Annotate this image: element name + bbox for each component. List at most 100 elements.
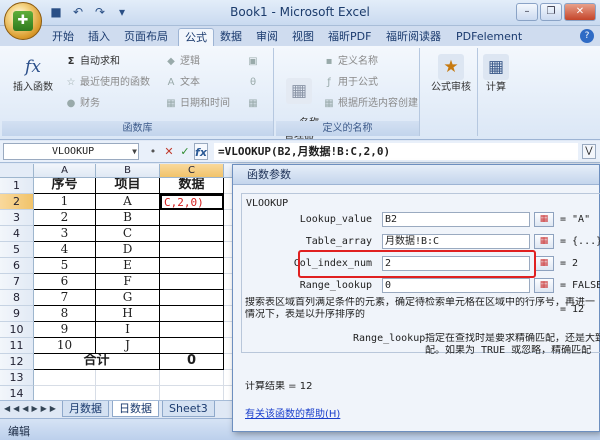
tab-insert[interactable]: 插入 (82, 28, 116, 46)
sheet-tab-sheet3[interactable]: Sheet3 (162, 401, 215, 417)
table-cell[interactable] (160, 226, 224, 242)
formula-input[interactable]: =VLOOKUP(B2,月数据!B:C,2,0) (214, 143, 578, 160)
table-cell[interactable]: 数据 (160, 178, 224, 194)
text-button[interactable]: A 文本 (164, 75, 200, 91)
table-cell[interactable]: 10 (34, 338, 96, 354)
financial-button[interactable]: ● 财务 (64, 96, 100, 112)
create-from-selection-button[interactable]: ▦ 根据所选内容创建 (322, 96, 418, 112)
table-cell[interactable]: 1 (34, 194, 96, 210)
row-header[interactable]: 13 (0, 370, 34, 386)
row-header[interactable]: 3 (0, 210, 34, 226)
table-cell[interactable]: A (96, 194, 160, 210)
table-cell[interactable]: B (96, 210, 160, 226)
row-header[interactable]: 6 (0, 258, 34, 274)
row-header[interactable]: 9 (0, 306, 34, 322)
name-manager-button[interactable]: ▦ 名称 管理器 (280, 54, 319, 154)
table-cell[interactable]: 7 (34, 290, 96, 306)
row-header[interactable]: 2 (0, 194, 34, 210)
close-button[interactable]: ✕ (564, 3, 596, 21)
sheet-nav-icon[interactable]: ◀◀◀▶▶▶ (4, 404, 59, 413)
restore-button[interactable]: ❐ (540, 3, 562, 21)
insert-function-button[interactable]: fx 插入函数 (10, 54, 56, 94)
table-cell[interactable] (160, 290, 224, 306)
table-cell[interactable]: I (96, 322, 160, 338)
lookup-ref-button[interactable]: ▣ (246, 54, 262, 70)
function-help-link[interactable]: 有关该函数的帮助(H) (245, 405, 340, 420)
row-header[interactable]: 8 (0, 290, 34, 306)
tab-formulas[interactable]: 公式 (178, 28, 214, 46)
tab-page-layout[interactable]: 页面布局 (118, 28, 174, 46)
row-header[interactable]: 11 (0, 338, 34, 354)
cancel-icon[interactable]: ✕ (162, 143, 176, 160)
formula-audit-button[interactable]: ★ 公式审核 (426, 54, 476, 94)
table-cell[interactable]: 序号 (34, 178, 96, 194)
table-cell[interactable]: H (96, 306, 160, 322)
table-cell[interactable]: 9 (34, 322, 96, 338)
table-cell[interactable]: E (96, 258, 160, 274)
arg-input-lookup-value[interactable]: B2 (382, 212, 530, 227)
define-name-button[interactable]: ▪ 定义名称 (322, 54, 378, 70)
table-cell[interactable] (34, 370, 96, 386)
datetime-button[interactable]: ▦ 日期和时间 (164, 96, 230, 112)
table-cell[interactable] (160, 338, 224, 354)
arg-input-table-array[interactable]: 月数据!B:C (382, 234, 530, 249)
row-header[interactable]: 5 (0, 242, 34, 258)
logical-button[interactable]: ◆ 逻辑 (164, 54, 200, 70)
tab-foxit-pdf[interactable]: 福昕PDF (322, 28, 377, 46)
column-header-a[interactable]: A (34, 164, 96, 178)
row-header[interactable]: 12 (0, 354, 34, 370)
table-cell[interactable]: 2 (34, 210, 96, 226)
table-cell[interactable] (96, 370, 160, 386)
office-button[interactable]: ✚ (4, 2, 42, 40)
table-cell[interactable]: 6 (34, 274, 96, 290)
minimize-button[interactable]: – (516, 3, 538, 21)
row-header[interactable]: 1 (0, 178, 34, 194)
tab-review[interactable]: 审阅 (250, 28, 284, 46)
table-cell[interactable]: 5 (34, 258, 96, 274)
total-label[interactable]: 合计 (34, 354, 160, 370)
tab-home[interactable]: 开始 (46, 28, 80, 46)
row-header[interactable]: 7 (0, 274, 34, 290)
row-header[interactable]: 10 (0, 322, 34, 338)
calculation-button[interactable]: ▦ 计算 (480, 54, 512, 94)
total-value[interactable]: 0 (160, 354, 224, 370)
tab-pdfelement[interactable]: PDFelement (450, 28, 528, 46)
active-cell[interactable]: C,2,0) (160, 194, 224, 210)
table-cell[interactable]: 3 (34, 226, 96, 242)
name-box[interactable]: VLOOKUP ▼ (3, 143, 139, 160)
collapse-dialog-icon[interactable]: ▦ (534, 278, 554, 293)
table-cell[interactable]: 4 (34, 242, 96, 258)
column-header-b[interactable]: B (96, 164, 160, 178)
enter-icon[interactable]: ✓ (178, 143, 192, 160)
sheet-tab-monthly[interactable]: 月数据 (62, 401, 109, 417)
select-all-corner[interactable] (0, 164, 34, 178)
table-cell[interactable] (160, 210, 224, 226)
formula-bar-expand-icon[interactable]: ⋁ (582, 144, 596, 159)
table-cell[interactable] (160, 322, 224, 338)
math-trig-button[interactable]: θ (246, 75, 262, 91)
table-cell[interactable]: J (96, 338, 160, 354)
table-cell[interactable] (160, 306, 224, 322)
use-in-formula-button[interactable]: ƒ 用于公式 (322, 75, 378, 91)
name-box-dropdown-icon[interactable]: ▼ (132, 144, 137, 159)
table-cell[interactable] (160, 258, 224, 274)
table-cell[interactable]: 项目 (96, 178, 160, 194)
more-functions-button[interactable]: ▦ (246, 96, 262, 112)
insert-function-icon[interactable]: fx (194, 143, 208, 160)
tab-foxit-reader[interactable]: 福昕阅读器 (380, 28, 447, 46)
table-cell[interactable]: 8 (34, 306, 96, 322)
tab-view[interactable]: 视图 (286, 28, 320, 46)
table-cell[interactable]: D (96, 242, 160, 258)
dialog-title[interactable]: 函数参数 (233, 165, 599, 185)
table-cell[interactable]: F (96, 274, 160, 290)
recent-functions-button[interactable]: ☆ 最近使用的函数 (64, 75, 150, 91)
collapse-dialog-icon[interactable]: ▦ (534, 212, 554, 227)
row-header[interactable]: 4 (0, 226, 34, 242)
table-cell[interactable] (160, 370, 224, 386)
table-cell[interactable]: G (96, 290, 160, 306)
sheet-tab-daily[interactable]: 日数据 (112, 401, 159, 417)
tab-data[interactable]: 数据 (214, 28, 248, 46)
table-cell[interactable]: C (96, 226, 160, 242)
autosum-button[interactable]: Σ 自动求和 (64, 54, 120, 70)
collapse-dialog-icon[interactable]: ▦ (534, 256, 554, 271)
